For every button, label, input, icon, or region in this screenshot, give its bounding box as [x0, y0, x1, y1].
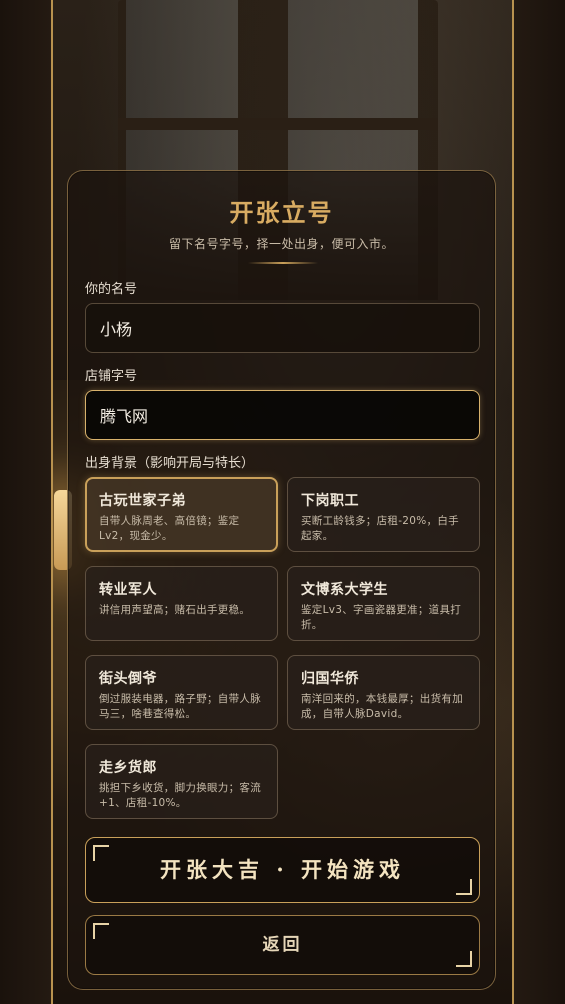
- back-button[interactable]: 返回: [85, 915, 480, 975]
- shop-name-input[interactable]: [85, 390, 480, 440]
- start-game-button[interactable]: 开张大吉 · 开始游戏: [85, 837, 480, 903]
- background-card-desc: 南洋回来的，本钱最厚；出货有加成，自带人脉David。: [301, 693, 463, 720]
- frame-border-left: [51, 0, 53, 1004]
- left-margin: [0, 0, 52, 1004]
- back-label: 返回: [262, 935, 303, 955]
- background-card-title: 走乡货郎: [99, 760, 157, 776]
- background-card-title: 转业军人: [99, 582, 157, 598]
- title-divider: [248, 262, 318, 264]
- background-card-title: 街头倒爷: [99, 671, 157, 687]
- background-label: 出身背景（影响开局与特长）: [85, 456, 255, 471]
- start-game-label: 开张大吉 · 开始游戏: [160, 857, 405, 882]
- background-card-desc: 倒过服装电器，路子野；自带人脉马三，啥巷查得松。: [99, 693, 261, 720]
- page-title: 开张立号: [229, 198, 334, 227]
- corner-ornament-icon: [93, 845, 109, 861]
- name-input[interactable]: [85, 303, 480, 353]
- corner-ornament-icon: [456, 879, 472, 895]
- background-card-title: 下岗职工: [301, 493, 359, 509]
- background-card-laid-off-worker[interactable]: 下岗职工 买断工龄钱多；店租-20%，白手起家。: [287, 477, 480, 552]
- shop-name-label: 店铺字号: [85, 369, 138, 384]
- background-card-title: 文博系大学生: [301, 582, 388, 598]
- frame-border-right: [512, 0, 514, 1004]
- right-margin: [513, 0, 565, 1004]
- background-card-veteran[interactable]: 转业军人 讲信用声望高；赌石出手更稳。: [85, 566, 278, 641]
- background-card-desc: 讲信用声望高；赌石出手更稳。: [99, 604, 251, 616]
- background-card-antique-family[interactable]: 古玩世家子弟 自带人脉周老、高倍镜；鉴定Lv2，现金少。: [85, 477, 278, 552]
- create-character-panel: 开张立号 留下名号字号，择一处出身，便可入市。 你的名号 店铺字号 出身背景（影…: [67, 170, 496, 990]
- background-card-desc: 鉴定Lv3、字画瓷器更准；道具打折。: [301, 604, 462, 631]
- background-card-desc: 买断工龄钱多；店租-20%，白手起家。: [301, 515, 459, 542]
- game-screen: 开张立号 留下名号字号，择一处出身，便可入市。 你的名号 店铺字号 出身背景（影…: [0, 0, 565, 1004]
- background-card-street-trader[interactable]: 街头倒爷 倒过服装电器，路子野；自带人脉马三，啥巷查得松。: [85, 655, 278, 730]
- background-card-desc: 自带人脉周老、高倍镜；鉴定Lv2，现金少。: [99, 515, 240, 542]
- background-card-desc: 挑担下乡收货，脚力换眼力；客流+1、店租-10%。: [99, 782, 261, 809]
- background-card-museology-student[interactable]: 文博系大学生 鉴定Lv3、字画瓷器更准；道具打折。: [287, 566, 480, 641]
- name-label: 你的名号: [85, 282, 138, 297]
- background-card-returned-overseas[interactable]: 归国华侨 南洋回来的，本钱最厚；出货有加成，自带人脉David。: [287, 655, 480, 730]
- background-card-title: 归国华侨: [301, 671, 359, 687]
- corner-ornament-icon: [93, 923, 109, 939]
- corner-ornament-icon: [456, 951, 472, 967]
- page-subtitle: 留下名号字号，择一处出身，便可入市。: [168, 237, 394, 251]
- background-card-title: 古玩世家子弟: [99, 493, 186, 509]
- background-card-peddler[interactable]: 走乡货郎 挑担下乡收货，脚力换眼力；客流+1、店租-10%。: [85, 744, 278, 819]
